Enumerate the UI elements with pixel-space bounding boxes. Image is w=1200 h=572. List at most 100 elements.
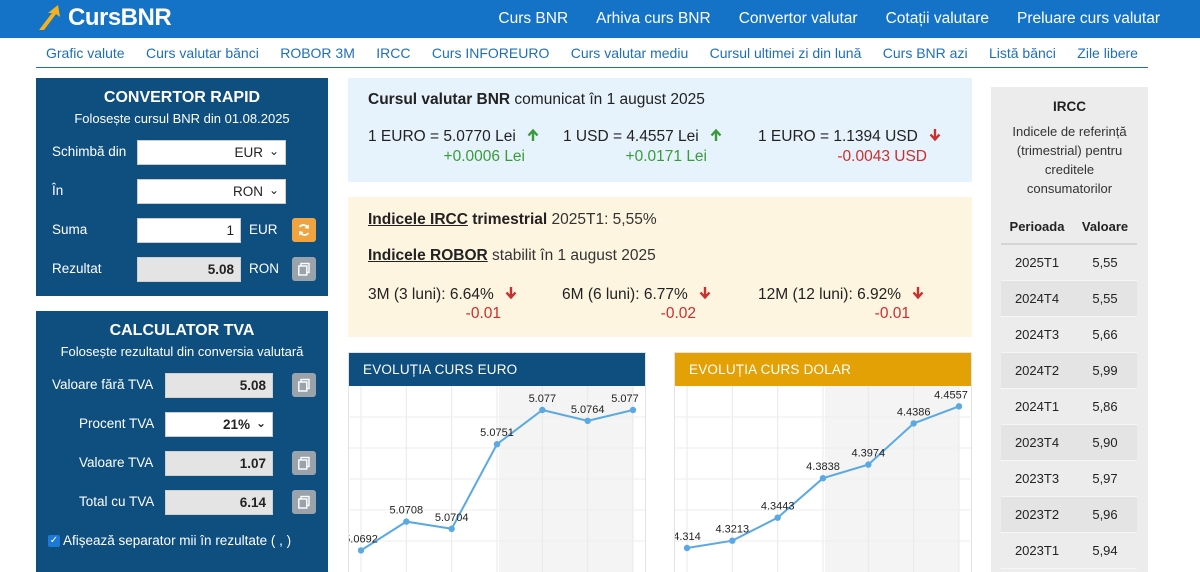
euro-data-label: 5.0764 <box>571 404 605 416</box>
ircc-table-body: 2025T1 5,55 2024T4 5,55 2024T3 5,66 2024T2 5,99… <box>1001 245 1137 569</box>
period-cell: 2023T2 <box>1014 507 1060 522</box>
sub-nav-lista-banci[interactable]: Listă bănci <box>989 45 1056 61</box>
ircc-sidebar: IRCC Indicele de referință (trimestrial)… <box>991 87 1148 572</box>
period-cell: 2024T2 <box>1014 363 1060 378</box>
dollar-point[interactable] <box>865 461 872 468</box>
euro-chart-title: EVOLUȚIA CURS EURO <box>349 353 645 386</box>
vat-value-label: Valoare TVA <box>79 455 154 470</box>
euro-point[interactable] <box>584 417 591 424</box>
bnr-rates-box: Cursul valutar BNR comunicat în 1 august… <box>348 78 972 182</box>
arrow-down-icon <box>505 287 517 300</box>
table-row: 2023T4 5,90 <box>1001 425 1137 461</box>
site-logo[interactable]: CursBNR <box>36 2 172 34</box>
euro-point[interactable] <box>539 406 546 414</box>
to-currency-select[interactable]: RON ⌄ <box>137 179 286 204</box>
logo-arrow-icon <box>39 5 60 30</box>
from-label: Schimbă din <box>52 144 127 159</box>
vat-percent-select[interactable]: 21% ⌄ <box>165 412 273 437</box>
copy-net-button[interactable] <box>292 373 316 397</box>
value-cell: 5,94 <box>1092 543 1118 558</box>
euro-data-label: 5.0708 <box>390 505 424 517</box>
chevron-down-icon: ⌄ <box>268 183 279 197</box>
copy-result-button[interactable] <box>292 257 316 281</box>
robor-12m-change: -0.01 <box>874 305 910 322</box>
top-bar: CursBNR Curs BNR Arhiva curs BNR Convert… <box>0 0 1200 38</box>
swap-button[interactable] <box>292 218 316 242</box>
sub-nav: Grafic valute Curs valutar bănci ROBOR 3… <box>36 38 1148 68</box>
vat-percent-value: 21% <box>222 417 250 432</box>
total-field: 6.14 <box>165 490 273 515</box>
value-cell: 5,99 <box>1092 363 1118 378</box>
main-nav-curs-bnr[interactable]: Curs BNR <box>498 10 568 28</box>
main-nav-preluare[interactable]: Preluare curs valutar <box>1017 10 1160 28</box>
dollar-chart-plot: 4.314 4.3213 4.3443 4.3838 4.3974 4.43864.455… <box>675 386 971 572</box>
copy-icon <box>298 495 310 509</box>
arrow-up-icon <box>527 128 539 141</box>
table-row: 2023T3 5,97 <box>1001 461 1137 497</box>
value-cell: 5,55 <box>1092 291 1118 306</box>
vat-percent-label: Procent TVA <box>79 416 155 431</box>
main-nav-cotatii[interactable]: Cotații valutare <box>886 10 989 28</box>
main-nav-convertor[interactable]: Convertor valutar <box>739 10 858 28</box>
vat-value-row: Valoare TVA 1.07 <box>36 451 328 476</box>
sub-nav-ultima-zi[interactable]: Cursul ultimei zi din lună <box>710 45 862 61</box>
period-cell: 2024T3 <box>1014 327 1060 342</box>
ircc-table-header: Perioada Valoare <box>1001 210 1137 245</box>
copy-total-button[interactable] <box>292 490 316 514</box>
euro-chart: EVOLUȚIA CURS EURO 5.06925.07085.07045.0… <box>348 352 646 572</box>
col-value: Valoare <box>1081 219 1129 234</box>
rate-eur-ron-change: +0.0006 Lei <box>443 148 525 165</box>
dollar-point[interactable] <box>774 514 781 521</box>
sub-nav-ircc[interactable]: IRCC <box>376 45 410 61</box>
sub-nav-inforeuro[interactable]: Curs INFOREURO <box>432 45 549 61</box>
separator-checkbox-row[interactable]: ✓ Afișează separator mii în rezultate ( … <box>48 533 291 548</box>
sub-nav-zile-libere[interactable]: Zile libere <box>1077 45 1138 61</box>
value-cell: 5,90 <box>1092 435 1118 450</box>
robor-link[interactable]: Indicele ROBOR <box>368 247 488 264</box>
amount-row: Suma 1 EUR <box>36 218 328 243</box>
euro-point[interactable] <box>403 518 410 525</box>
robor-3m: 3M (3 luni): 6.64% <box>368 286 518 304</box>
copy-vat-button[interactable] <box>292 451 316 475</box>
dollar-data-label: 4.3838 <box>806 461 840 473</box>
checkbox-checked-icon[interactable]: ✓ <box>48 534 60 547</box>
chevron-down-icon: ⌄ <box>268 144 279 158</box>
to-label: În <box>52 183 64 198</box>
period-cell: 2023T1 <box>1014 543 1060 558</box>
result-label: Rezultat <box>52 261 102 276</box>
robor-3m-change: -0.01 <box>465 305 501 322</box>
ircc-sidebar-title: IRCC <box>1053 99 1086 114</box>
logo-text: CursBNR <box>68 4 172 31</box>
euro-data-label: 5.077 <box>529 393 557 405</box>
sub-nav-curs-azi[interactable]: Curs BNR azi <box>883 45 968 61</box>
arrow-down-icon <box>929 129 941 142</box>
sub-nav-robor-3m[interactable]: ROBOR 3M <box>280 45 355 61</box>
net-value-field: 5.08 <box>165 373 273 398</box>
result-unit: RON <box>249 261 279 276</box>
dollar-point[interactable] <box>683 544 691 552</box>
sub-nav-grafic-valute[interactable]: Grafic valute <box>46 45 125 61</box>
euro-data-label: 5.0704 <box>435 512 469 524</box>
dollar-chart: EVOLUȚIA CURS DOLAR 4.314 4.3213 4.3443 4.3… <box>674 352 972 572</box>
dollar-point[interactable] <box>819 475 827 482</box>
dollar-point[interactable] <box>955 403 963 410</box>
robor-6m-text: 6M (6 luni): 6.77% <box>562 286 688 303</box>
rates-heading-rest: comunicat în 1 august 2025 <box>510 91 705 108</box>
sub-nav-curs-banci[interactable]: Curs valutar bănci <box>146 45 259 61</box>
vat-calculator-panel: CALCULATOR TVA Folosește rezultatul din … <box>36 311 328 572</box>
main-nav-arhiva[interactable]: Arhiva curs BNR <box>596 10 711 28</box>
dollar-data-label: 4.4386 <box>897 406 931 418</box>
dollar-point[interactable] <box>729 537 736 544</box>
sub-nav-curs-mediu[interactable]: Curs valutar mediu <box>571 45 689 61</box>
ircc-link[interactable]: Indicele IRCC <box>368 211 468 228</box>
arrow-down-icon <box>912 287 924 300</box>
rate-eur-usd: 1 EURO = 1.1394 USD <box>758 128 942 146</box>
euro-point[interactable] <box>448 525 455 532</box>
euro-point[interactable] <box>493 441 501 448</box>
euro-point[interactable] <box>629 406 637 414</box>
dollar-point[interactable] <box>910 420 917 427</box>
amount-input[interactable]: 1 <box>137 218 241 243</box>
from-currency-select[interactable]: EUR ⌄ <box>137 140 286 165</box>
table-row: 2024T4 5,55 <box>1001 281 1137 317</box>
euro-point[interactable] <box>357 547 365 554</box>
